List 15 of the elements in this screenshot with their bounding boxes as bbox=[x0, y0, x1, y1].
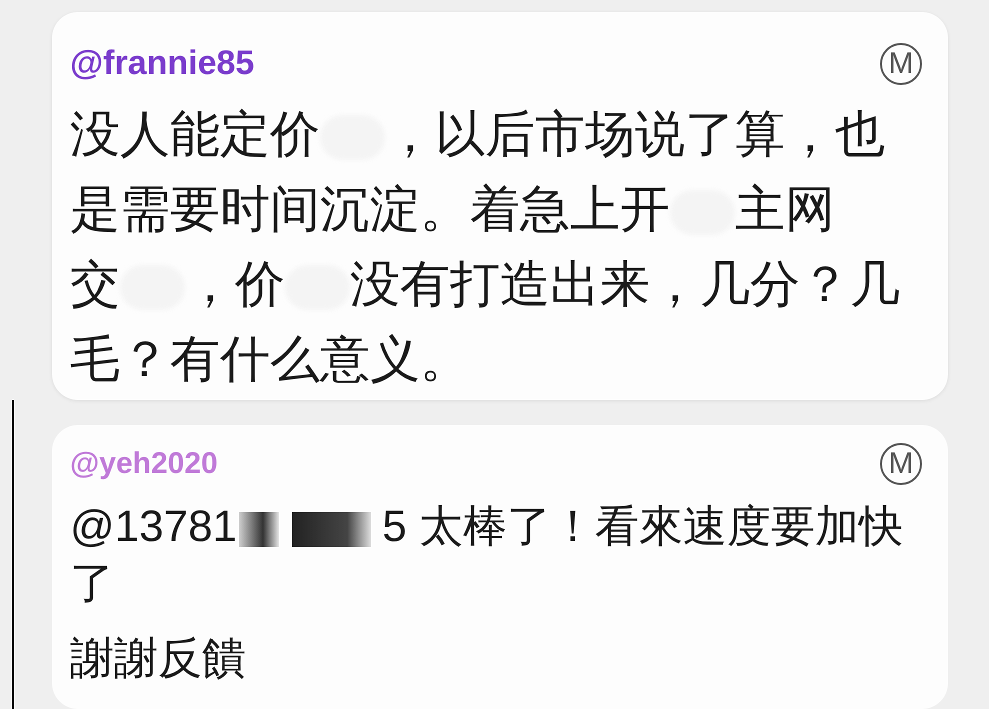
comment-text: 謝謝反饋 bbox=[70, 634, 246, 683]
comment-text: 没人能定价 bbox=[70, 106, 320, 162]
comment-text: ，以后市场说了算，也 bbox=[385, 106, 885, 162]
comment-text: 主网 bbox=[735, 181, 835, 237]
moderator-badge: M bbox=[880, 42, 922, 84]
username[interactable]: @frannie85 bbox=[70, 38, 254, 89]
comment-text: 5 太棒了！看來速度要加快 bbox=[382, 502, 903, 551]
comment-text: 没有打造出来，几分？几 bbox=[350, 256, 900, 312]
comment-text: @13781 bbox=[70, 502, 238, 551]
comment-text: ，价 bbox=[185, 256, 285, 312]
comment-text: 了 bbox=[70, 559, 114, 608]
comment-text: 毛？有什么意义。 bbox=[70, 331, 470, 387]
comment-text: 是需要时间沉淀。着急上开 bbox=[70, 181, 670, 237]
comment-text: 交 bbox=[70, 256, 120, 312]
moderator-badge: M bbox=[880, 442, 922, 484]
